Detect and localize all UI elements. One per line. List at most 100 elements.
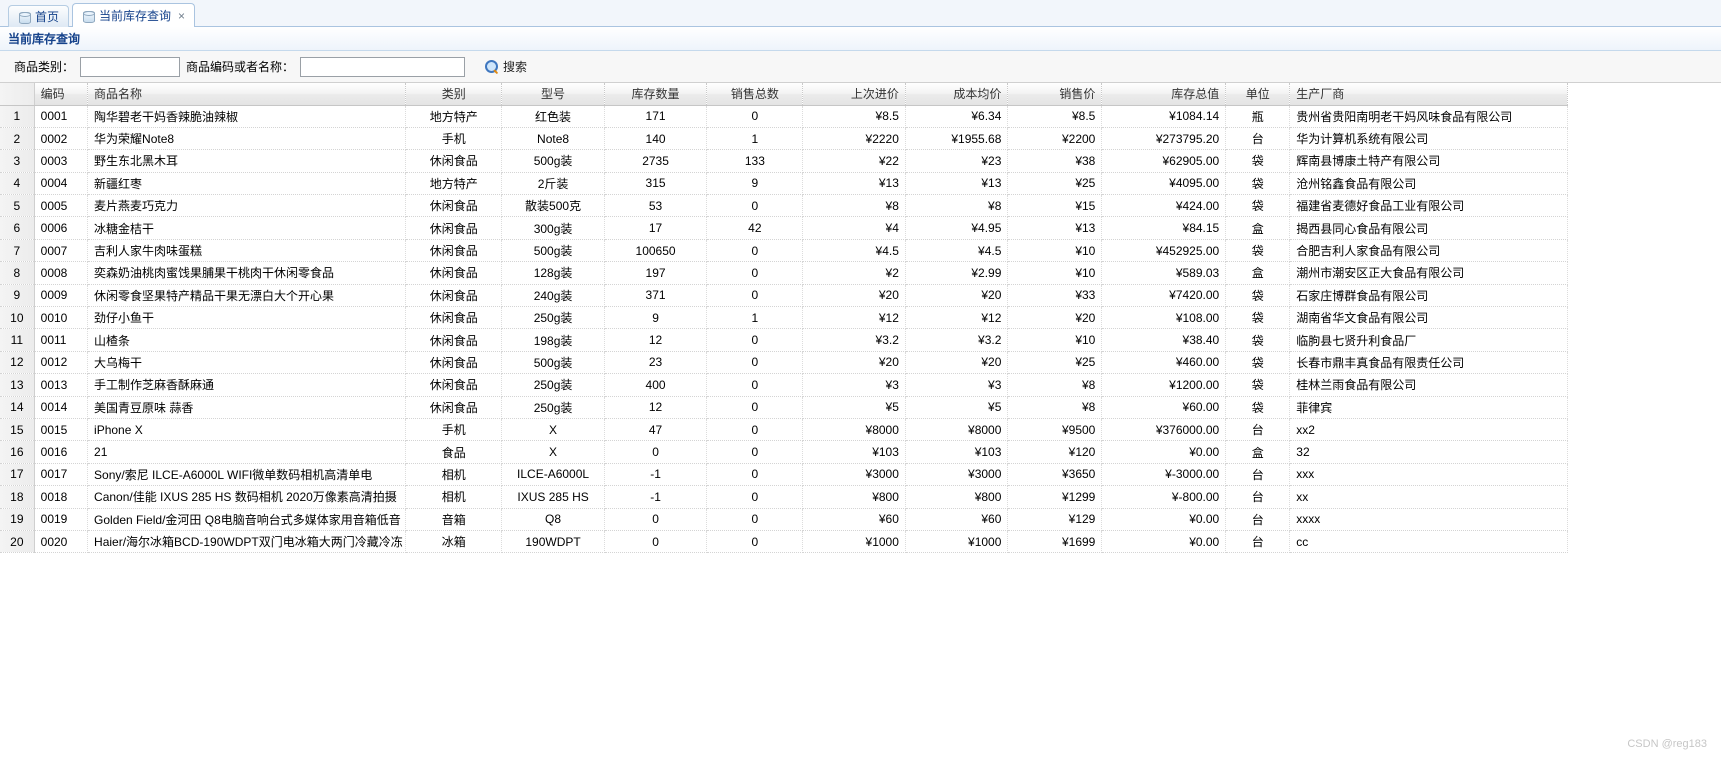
cell-model: 500g装 [501, 149, 605, 173]
table-row[interactable]: 18 0018 Canon/佳能 IXUS 285 HS 数码相机 2020万像素高… [0, 485, 1568, 509]
cell-rownum: 17 [0, 463, 35, 487]
table-row[interactable]: 2 0002 华为荣耀Note8 手机 Note8 140 1 ¥2220 ¥1955.68 ¥2… [0, 127, 1568, 151]
cell-stock-qty: 0 [604, 440, 708, 464]
cell-rownum: 6 [0, 216, 35, 240]
column-header-stock[interactable]: 库存数量 [604, 83, 708, 106]
tab-home-label: 首页 [35, 10, 60, 24]
cell-total-value: ¥376000.00 [1101, 418, 1227, 442]
cell-sales-total: 0 [706, 485, 804, 509]
cell-stock-qty: 0 [604, 530, 708, 554]
cell-rownum: 8 [0, 261, 35, 285]
cell-cost-price: ¥4.5 [905, 239, 1009, 263]
table-row[interactable]: 9 0009 休闲零食坚果特产精品干果无漂白大个开心果 休闲食品 240g装 371 0 ¥2… [0, 284, 1568, 308]
cell-unit: 台 [1225, 418, 1291, 442]
table-row[interactable]: 12 0012 大乌梅干 休闲食品 500g装 23 0 ¥20 ¥20 ¥25 ¥460.00 袋长… [0, 351, 1568, 375]
page-title: 当前库存查询 [0, 27, 1721, 51]
cell-product-name: 美国青豆原味 蒜香 [87, 396, 407, 419]
table-row[interactable]: 4 0004 新疆红枣 地方特产 2斤装 315 9 ¥13 ¥13 ¥25 ¥4095.00 袋沧州… [0, 172, 1568, 196]
cell-total-value: ¥1200.00 [1101, 373, 1227, 397]
cell-last-price: ¥2220 [802, 127, 906, 151]
cell-cost-price: ¥1955.68 [905, 127, 1009, 151]
cell-cost-price: ¥8 [905, 194, 1009, 218]
column-header-sell-price[interactable]: 销售价 [1007, 83, 1103, 106]
cell-model: 250g装 [501, 396, 605, 419]
cell-rownum: 5 [0, 194, 35, 218]
cell-sell-price: ¥3650 [1007, 463, 1103, 487]
cell-last-price: ¥8000 [802, 418, 906, 442]
cell-rownum: 9 [0, 284, 35, 308]
cell-last-price: ¥103 [802, 440, 906, 464]
tab-current-stock-query-label: 当前库存查询 [99, 9, 172, 23]
cell-stock-qty: 12 [604, 328, 708, 352]
column-header-unit[interactable]: 单位 [1225, 83, 1291, 106]
table-row[interactable]: 20 0020 Haier/海尔冰箱BCD-190WDPT双门电冰箱大两门冷藏冷冻冰… [0, 530, 1568, 554]
cell-total-value: ¥7420.00 [1101, 284, 1227, 308]
table-row[interactable]: 3 0003 野生东北黑木耳 休闲食品 500g装 2735 133 ¥22 ¥23 ¥38 ¥62… [0, 149, 1568, 173]
search-button[interactable]: 搜索 [485, 58, 527, 75]
table-row[interactable]: 19 0019 Golden Field/金河田 Q8电脑音响台式多媒体家用音箱低音… [0, 508, 1568, 531]
tab-current-stock-query[interactable]: 当前库存查询 × [72, 3, 196, 27]
table-row[interactable]: 10 0010 劲仔小鱼干 休闲食品 250g装 9 1 ¥12 ¥12 ¥20 ¥108.00 袋湖… [0, 306, 1568, 330]
column-header-total-value[interactable]: 库存总值 [1101, 83, 1227, 106]
cell-sales-total: 0 [706, 328, 804, 352]
table-row[interactable]: 15 0015 iPhone X 手机 X 47 0 ¥8000 ¥8000 ¥9500 ¥3760… [0, 418, 1568, 442]
cell-code: 0019 [34, 508, 89, 531]
cell-sales-total: 0 [706, 373, 804, 397]
cell-product-name: 华为荣耀Note8 [87, 127, 407, 151]
cell-sell-price: ¥8.5 [1007, 105, 1103, 128]
cell-rownum: 13 [0, 373, 35, 397]
cell-last-price: ¥12 [802, 306, 906, 330]
cell-model: Q8 [501, 508, 605, 531]
cell-product-name: 冰糖金桔干 [87, 216, 407, 240]
cell-unit: 袋 [1225, 396, 1291, 419]
table-row[interactable]: 11 0011 山楂条 休闲食品 198g装 12 0 ¥3.2 ¥3.2 ¥10 ¥38.40 袋临… [0, 328, 1568, 352]
table-row[interactable]: 16 0016 21 食品 X 0 0 ¥103 ¥103 ¥120 ¥0.00 盒 32 [0, 440, 1568, 464]
database-icon [18, 11, 31, 24]
close-icon[interactable]: × [178, 10, 185, 22]
cell-stock-qty: 197 [604, 261, 708, 285]
cell-manufacturer: xxxx [1289, 508, 1568, 531]
table-row[interactable]: 17 0017 Sony/索尼 ILCE-A6000L WIFI微单数码相机高清单电… [0, 463, 1568, 487]
cell-rownum: 7 [0, 239, 35, 263]
tab-home[interactable]: 首页 [8, 5, 70, 27]
column-header-last-price[interactable]: 上次进价 [802, 83, 906, 106]
cell-code: 0013 [34, 373, 89, 397]
table-row[interactable]: 1 0001 陶华碧老干妈香辣脆油辣椒 地方特产 红色装 171 0 ¥8.5 ¥6.34 ¥8.… [0, 105, 1568, 128]
cell-sales-total: 0 [706, 530, 804, 554]
cell-sales-total: 133 [706, 149, 804, 173]
cell-product-name: 山楂条 [87, 328, 407, 352]
cell-unit: 袋 [1225, 194, 1291, 218]
table-row[interactable]: 7 0007 吉利人家牛肉味蛋糕 休闲食品 500g装 100650 0 ¥4.5 ¥4.5 ¥1… [0, 239, 1568, 263]
cell-code: 0007 [34, 239, 89, 263]
cell-sell-price: ¥9500 [1007, 418, 1103, 442]
cell-stock-qty: 400 [604, 373, 708, 397]
cell-category: 休闲食品 [405, 216, 503, 240]
keyword-input[interactable] [300, 56, 466, 77]
cell-cost-price: ¥6.34 [905, 105, 1009, 128]
table-row[interactable]: 8 0008 奕森奶油桃肉蜜饯果脯果干桃肉干休闲零食品 休闲食品 128g装 197 0 ¥2… [0, 261, 1568, 285]
cell-product-name: Haier/海尔冰箱BCD-190WDPT双门电冰箱大两门冷藏冷冻 [87, 530, 407, 554]
table-row[interactable]: 6 0006 冰糖金桔干 休闲食品 300g装 17 42 ¥4 ¥4.95 ¥13 ¥84.15 盒… [0, 216, 1568, 240]
table-row[interactable]: 5 0005 麦片燕麦巧克力 休闲食品 散装500克 53 0 ¥8 ¥8 ¥15 ¥424.00 袋… [0, 194, 1568, 218]
column-header-code[interactable]: 编码 [34, 83, 89, 106]
column-header-category[interactable]: 类别 [405, 83, 503, 106]
cell-sell-price: ¥25 [1007, 172, 1103, 196]
category-input[interactable] [80, 56, 181, 77]
cell-stock-qty: 12 [604, 396, 708, 419]
cell-stock-qty: 2735 [604, 149, 708, 173]
cell-product-name: 劲仔小鱼干 [87, 306, 407, 330]
column-header-name[interactable]: 商品名称 [87, 83, 407, 106]
column-header-cost-price[interactable]: 成本均价 [905, 83, 1009, 106]
table-row[interactable]: 13 0013 手工制作芝麻香酥麻通 休闲食品 250g装 400 0 ¥3 ¥3 ¥8 ¥1200… [0, 373, 1568, 397]
column-header-manufacturer[interactable]: 生产厂商 [1289, 83, 1568, 106]
stock-grid[interactable]: 编码 商品名称 类别 型号 库存数量 销售总数 上次进价 成本均价 销售价 库存… [0, 83, 1721, 758]
table-row[interactable]: 14 0014 美国青豆原味 蒜香 休闲食品 250g装 12 0 ¥5 ¥5 ¥8 ¥60.00 袋… [0, 396, 1568, 419]
column-header-model[interactable]: 型号 [501, 83, 605, 106]
cell-unit: 袋 [1225, 149, 1291, 173]
cell-code: 0018 [34, 485, 89, 509]
column-header-sales[interactable]: 销售总数 [706, 83, 804, 106]
cell-last-price: ¥60 [802, 508, 906, 531]
cell-category: 地方特产 [405, 172, 503, 196]
cell-manufacturer: 辉南县博康土特产有限公司 [1289, 149, 1568, 173]
cell-product-name: Canon/佳能 IXUS 285 HS 数码相机 2020万像素高清拍摄 [87, 485, 407, 509]
